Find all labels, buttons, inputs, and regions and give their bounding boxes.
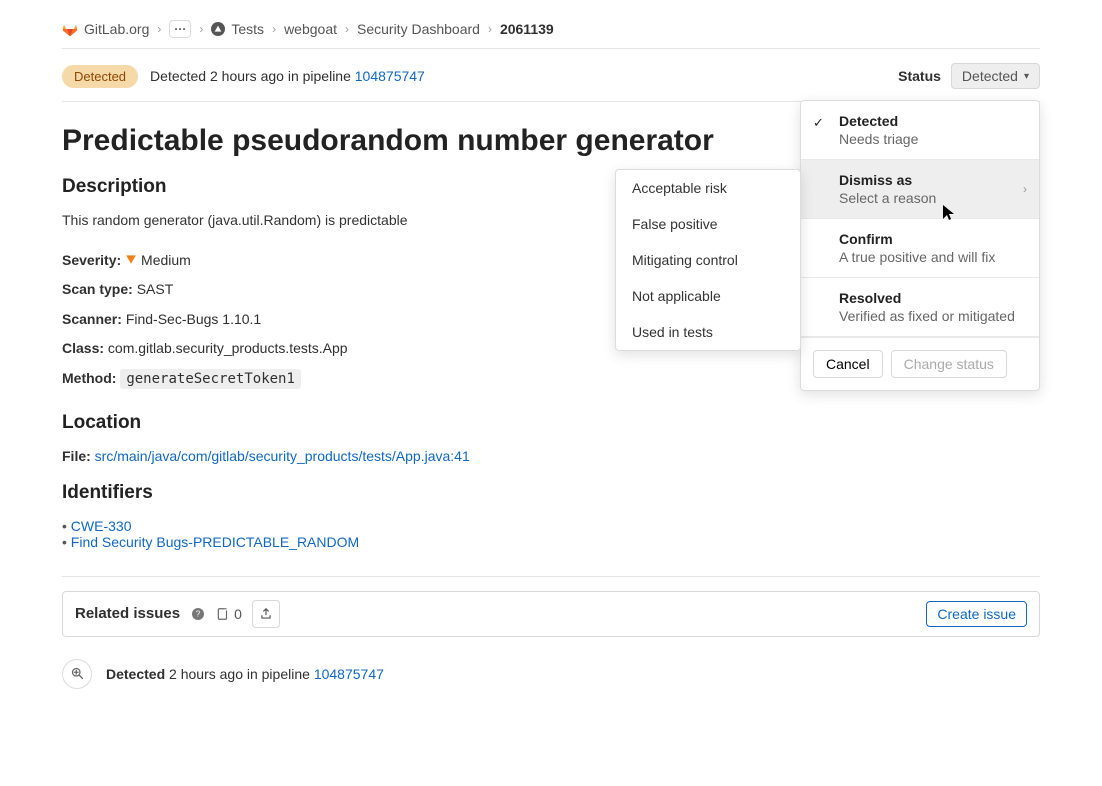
detected-text: Detected 2 hours ago in pipeline 1048757… xyxy=(150,68,425,84)
file-link[interactable]: src/main/java/com/gitlab/security_produc… xyxy=(95,448,470,464)
divider xyxy=(62,576,1040,577)
option-subtitle: Select a reason xyxy=(839,190,1023,206)
activity-row: Detected 2 hours ago in pipeline 1048757… xyxy=(62,659,1040,689)
severity-value: Medium xyxy=(141,252,191,268)
method-value: generateSecretToken1 xyxy=(120,369,301,389)
cancel-button[interactable]: Cancel xyxy=(813,350,883,378)
identifier-link[interactable]: CWE-330 xyxy=(71,518,132,534)
status-dropdown-toggle[interactable]: Detected ▾ xyxy=(951,63,1040,89)
scanner-key: Scanner: xyxy=(62,311,122,327)
option-title: Confirm xyxy=(839,231,1023,247)
breadcrumb-dashboard[interactable]: Security Dashboard xyxy=(357,21,480,37)
scantype-value: SAST xyxy=(137,281,174,297)
breadcrumb-project[interactable]: webgoat xyxy=(284,21,337,37)
help-icon[interactable]: ? xyxy=(190,606,206,622)
identifiers-list: CWE-330 Find Security Bugs-PREDICTABLE_R… xyxy=(62,518,1040,550)
export-icon xyxy=(259,607,273,621)
status-option-detected[interactable]: ✓ Detected Needs triage xyxy=(801,101,1039,160)
chevron-right-icon: › xyxy=(272,22,276,36)
chevron-right-icon: › xyxy=(1023,182,1027,196)
dismiss-reason-item[interactable]: Acceptable risk xyxy=(616,170,800,206)
chevron-down-icon: ▾ xyxy=(1024,71,1029,82)
status-badge: Detected xyxy=(62,65,138,88)
detected-mid: in pipeline xyxy=(284,68,355,84)
breadcrumb-root-label: GitLab.org xyxy=(84,21,149,37)
status-bar: Detected Detected 2 hours ago in pipelin… xyxy=(62,49,1040,102)
project-avatar-icon xyxy=(211,22,225,36)
export-button[interactable] xyxy=(252,600,280,628)
scanner-value: Find-Sec-Bugs 1.10.1 xyxy=(126,311,261,327)
status-option-confirm[interactable]: Confirm A true positive and will fix xyxy=(801,219,1039,278)
class-key: Class: xyxy=(62,340,104,356)
breadcrumb-tests[interactable]: Tests xyxy=(211,21,264,37)
chevron-right-icon: › xyxy=(488,22,492,36)
gitlab-icon xyxy=(62,21,78,37)
issue-count-value: 0 xyxy=(234,606,242,622)
chevron-right-icon: › xyxy=(199,22,203,36)
option-title: Resolved xyxy=(839,290,1023,306)
breadcrumb-root[interactable]: GitLab.org xyxy=(62,21,149,37)
scantype-key: Scan type: xyxy=(62,281,133,297)
activity-time: 2 hours ago in pipeline xyxy=(165,666,314,682)
class-value: com.gitlab.security_products.tests.App xyxy=(108,340,348,356)
detected-time: 2 hours ago xyxy=(210,68,284,84)
related-issues-panel: Related issues ? 0 Create issue xyxy=(62,591,1040,637)
issue-icon xyxy=(216,607,230,621)
check-icon: ✓ xyxy=(813,115,824,131)
chevron-right-icon: › xyxy=(157,22,161,36)
option-title: Detected xyxy=(839,113,1023,129)
list-item: Find Security Bugs-PREDICTABLE_RANDOM xyxy=(62,534,1040,550)
status-option-dismiss[interactable]: Dismiss as Select a reason › xyxy=(801,160,1039,219)
breadcrumb: GitLab.org › ··· › Tests › webgoat › Sec… xyxy=(62,16,1040,49)
detected-prefix: Detected xyxy=(150,68,210,84)
breadcrumb-overflow-button[interactable]: ··· xyxy=(169,20,191,38)
status-option-resolved[interactable]: Resolved Verified as fixed or mitigated xyxy=(801,278,1039,337)
identifier-link[interactable]: Find Security Bugs-PREDICTABLE_RANDOM xyxy=(71,534,359,550)
breadcrumb-tests-label: Tests xyxy=(231,21,264,37)
dismiss-reason-item[interactable]: Not applicable xyxy=(616,278,800,314)
file-key: File: xyxy=(62,448,91,464)
file-row: File: src/main/java/com/gitlab/security_… xyxy=(62,448,1040,464)
search-plus-icon xyxy=(62,659,92,689)
option-title: Dismiss as xyxy=(839,172,1023,188)
method-key: Method: xyxy=(62,370,116,386)
location-heading: Location xyxy=(62,412,1040,434)
option-subtitle: Verified as fixed or mitigated xyxy=(839,308,1023,324)
activity-prefix: Detected xyxy=(106,666,165,682)
create-issue-button[interactable]: Create issue xyxy=(926,601,1027,627)
breadcrumb-current: 2061139 xyxy=(500,21,554,37)
severity-icon xyxy=(125,246,137,275)
dismiss-reason-item[interactable]: False positive xyxy=(616,206,800,242)
severity-key: Severity: xyxy=(62,252,121,268)
issue-count: 0 xyxy=(216,606,242,622)
chevron-right-icon: › xyxy=(345,22,349,36)
status-change-popover: ✓ Detected Needs triage Dismiss as Selec… xyxy=(800,100,1040,391)
status-dropdown-value: Detected xyxy=(962,68,1018,84)
identifiers-heading: Identifiers xyxy=(62,482,1040,504)
related-issues-title: Related issues xyxy=(75,605,180,622)
change-status-button[interactable]: Change status xyxy=(891,350,1007,378)
dismiss-reason-item[interactable]: Mitigating control xyxy=(616,242,800,278)
svg-text:?: ? xyxy=(196,610,201,619)
status-label: Status xyxy=(898,68,941,84)
dismiss-reason-item[interactable]: Used in tests xyxy=(616,314,800,350)
activity-pipeline-link[interactable]: 104875747 xyxy=(314,666,384,682)
option-subtitle: Needs triage xyxy=(839,131,1023,147)
activity-text: Detected 2 hours ago in pipeline 1048757… xyxy=(106,666,384,682)
pipeline-link[interactable]: 104875747 xyxy=(355,68,425,84)
dismiss-reason-submenu: Acceptable risk False positive Mitigatin… xyxy=(615,169,801,351)
option-subtitle: A true positive and will fix xyxy=(839,249,1023,265)
list-item: CWE-330 xyxy=(62,518,1040,534)
